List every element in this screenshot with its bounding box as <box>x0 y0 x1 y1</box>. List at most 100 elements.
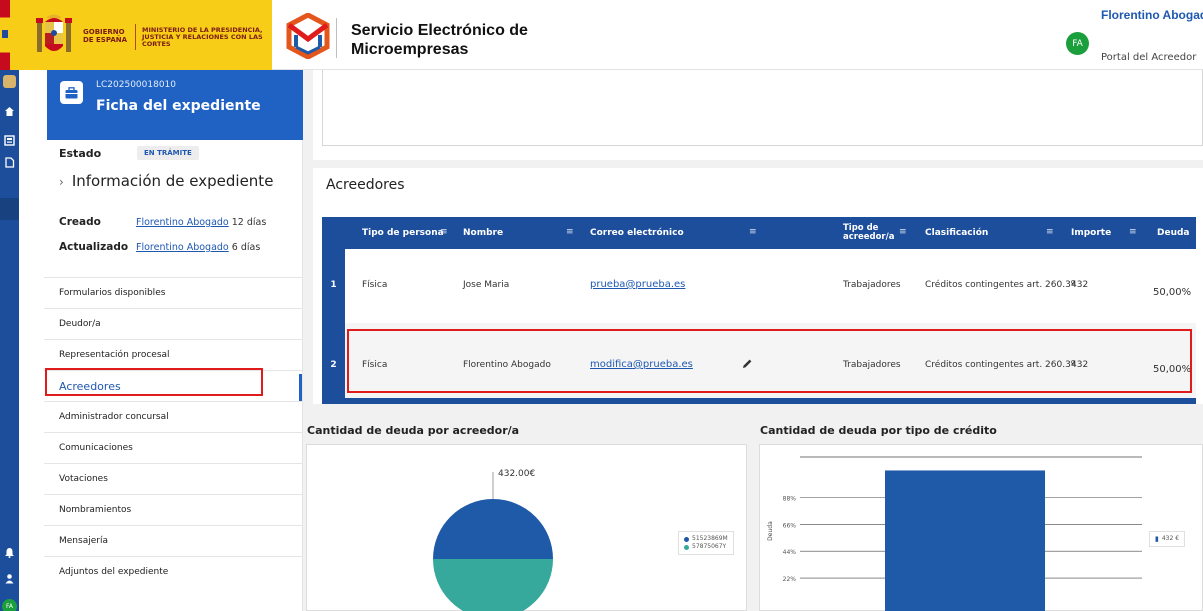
row-2-highlight <box>347 329 1192 393</box>
column-header-correo[interactable]: Correo electrónico <box>590 217 684 249</box>
pie-legend: 51523869M 57875067Y <box>678 531 734 555</box>
nav-formularios[interactable]: Formularios disponibles <box>44 277 302 308</box>
spain-flag-icon <box>0 0 10 70</box>
acreedores-title: Acreedores <box>326 177 405 193</box>
briefcase-icon <box>60 81 83 104</box>
bar[interactable] <box>885 470 1045 611</box>
portal-thumbnail-icon[interactable] <box>3 75 16 88</box>
user-role: Portal del Acreedor <box>1101 52 1197 63</box>
ministry-name: MINISTERIO DE LA PRESIDENCIA, JUSTICIA Y… <box>142 26 263 48</box>
y-tick-label: 66% <box>783 522 797 529</box>
top-content-box <box>322 70 1203 146</box>
nav-mensajeria[interactable]: Mensajería <box>44 525 302 556</box>
user-avatar[interactable]: FA <box>1066 32 1089 55</box>
filter-icon[interactable]: ≡ <box>1129 227 1137 237</box>
acreedores-nav-highlight <box>45 368 263 396</box>
column-header-clasificacion[interactable]: Clasificación <box>925 217 988 249</box>
nav-votaciones[interactable]: Votaciones <box>44 463 302 494</box>
column-header-deuda[interactable]: Deuda <box>1157 217 1190 249</box>
chart-title-credito: Cantidad de deuda por tipo de crédito <box>760 424 997 437</box>
cell-clasificacion: Créditos contingentes art. 260.3º <box>925 280 1076 290</box>
icon-rail <box>0 70 19 611</box>
y-tick-label: 22% <box>783 576 797 583</box>
column-header-nombre[interactable]: Nombre <box>463 217 503 249</box>
app-title: Servicio Electrónico de Microempresas <box>351 22 528 58</box>
legend-label: 57875067Y <box>692 543 727 550</box>
dossier-icon[interactable] <box>3 134 16 147</box>
row-number: 2 <box>330 360 337 370</box>
nav-adjuntos[interactable]: Adjuntos del expediente <box>44 556 302 587</box>
cell-importe: 432 <box>1071 280 1089 290</box>
government-name: GOBIERNO DE ESPAÑA <box>83 28 128 44</box>
nav-administrador[interactable]: Administrador concursal <box>44 401 302 432</box>
logo-divider <box>135 24 136 50</box>
legend-entry[interactable]: ▮ 432 € <box>1155 535 1179 543</box>
created-when: 12 días <box>231 217 267 228</box>
bar-chart: 22% 44% 66% 88% Deuda <box>767 456 1142 611</box>
created-label: Creado <box>59 216 101 228</box>
filter-icon[interactable]: ≡ <box>899 227 907 237</box>
cell-nombre: Jose Maria <box>463 280 510 290</box>
updated-when: 6 días <box>231 242 261 253</box>
chart-title-acreedor: Cantidad de deuda por acreedor/a <box>307 424 520 437</box>
user-name[interactable]: Florentino Abogado <box>1101 8 1203 22</box>
government-logo[interactable]: GOBIERNO DE ESPAÑA MINISTERIO DE LA PRES… <box>0 0 272 70</box>
row-number: 1 <box>330 280 337 290</box>
chevron-right-icon: › <box>59 175 64 189</box>
nav-nombramientos[interactable]: Nombramientos <box>44 494 302 525</box>
created-value: Florentino Abogado 12 días <box>136 217 266 228</box>
nav-comunicaciones[interactable]: Comunicaciones <box>44 432 302 463</box>
user-profile-icon[interactable] <box>3 572 16 585</box>
sem-logo-icon[interactable] <box>286 13 330 59</box>
top-header: GOBIERNO DE ESPAÑA MINISTERIO DE LA PRES… <box>0 0 1203 70</box>
rail-user-avatar[interactable]: FA <box>2 599 17 611</box>
cell-tipo-acreedor: Trabajadores <box>843 280 901 290</box>
cell-tipo-persona: Física <box>362 280 388 290</box>
column-header-tipo-persona[interactable]: Tipo de persona <box>362 217 444 249</box>
legend-label: 432 € <box>1161 535 1180 542</box>
pie-data-label: 432.00€ <box>498 469 535 479</box>
dossier-title: Ficha del expediente <box>96 98 261 114</box>
y-tick-label: 88% <box>783 495 797 502</box>
header-divider <box>336 18 337 58</box>
home-icon[interactable] <box>3 105 16 118</box>
updated-label: Actualizado <box>59 241 129 253</box>
status-label: Estado <box>59 147 102 160</box>
filter-icon[interactable]: ≡ <box>749 227 757 237</box>
notification-bell-icon[interactable] <box>3 546 16 559</box>
updated-value: Florentino Abogado 6 días <box>136 242 260 253</box>
bar-chart-box: 22% 44% 66% 88% Deuda ▮ 432 € <box>759 444 1203 611</box>
filter-icon[interactable]: ≡ <box>440 227 448 237</box>
legend-label: 51523869M <box>692 535 728 542</box>
pie-chart: 432.00€432.00€ <box>433 469 553 611</box>
pie-slice-color-icon <box>684 536 689 542</box>
filter-icon[interactable]: ≡ <box>1046 227 1054 237</box>
filter-icon[interactable]: ≡ <box>566 227 574 237</box>
nav-deudor[interactable]: Deudor/a <box>44 308 302 339</box>
legend-entry[interactable]: 51523869M <box>684 535 728 543</box>
updated-by-link[interactable]: Florentino Abogado <box>136 242 229 253</box>
coat-of-arms-icon <box>36 14 72 52</box>
table-header <box>322 217 1196 249</box>
cell-deuda: 50,00% <box>1153 287 1192 298</box>
status-badge: EN TRÁMITE <box>137 146 199 160</box>
created-by-link[interactable]: Florentino Abogado <box>136 217 229 228</box>
document-icon[interactable] <box>3 156 16 169</box>
pie-chart-box: 432.00€432.00€ 51523869M 57875067Y <box>306 444 747 611</box>
dossier-code: LC202500018010 <box>96 80 177 90</box>
y-axis-label: Deuda <box>767 521 774 541</box>
bar-chart-icon: ▮ <box>1155 535 1159 543</box>
dossier-info-heading: Información de expediente <box>71 172 274 190</box>
nav-representacion[interactable]: Representación procesal <box>44 339 302 370</box>
dossier-info-toggle[interactable]: › Información de expediente <box>59 172 273 190</box>
legend-entry[interactable]: 57875067Y <box>684 543 728 551</box>
cell-correo-link[interactable]: prueba@prueba.es <box>590 279 685 290</box>
rail-active-indicator <box>0 198 19 220</box>
pie-slice[interactable] <box>433 559 553 611</box>
pie-slice[interactable] <box>433 499 553 559</box>
column-header-tipo-acreedor[interactable]: Tipo de acreedor/a <box>843 217 894 249</box>
dossier-nav: Formularios disponibles Deudor/a Represe… <box>44 277 302 587</box>
column-header-importe[interactable]: Importe <box>1071 217 1111 249</box>
bar-legend: ▮ 432 € <box>1149 531 1186 547</box>
y-tick-label: 44% <box>783 549 797 556</box>
